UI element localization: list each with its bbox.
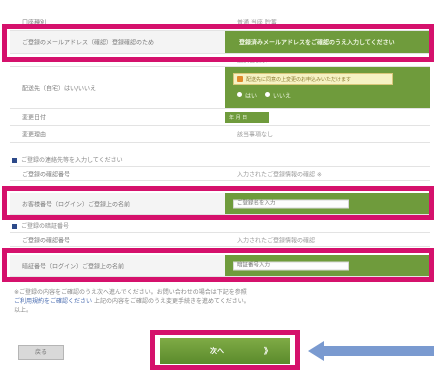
option-note-box[interactable]: 配送先に同意の上変更のお申込みいただけます — [233, 73, 393, 85]
reason-value: 該当事項なし — [237, 131, 274, 139]
row-option: 配送先（自宅）はい/いいえ 配送先に同意の上変更のお申込みいただけます はい い… — [10, 67, 430, 109]
row-password2-label: 暗証番号（ログイン）ご登録上の名前 — [22, 263, 125, 270]
note-1: ※ご登録の内容をご確認のうえ次へ進んでください。お問い合わせの場合は下記を参照 — [14, 289, 247, 296]
row-placeholder: 選択後表示 — [10, 54, 430, 67]
sub1-value: 入力されたご登録情報の確認 ※ — [237, 171, 322, 178]
row-reason: 変更理由 該当事項なし — [10, 126, 430, 143]
radio-b[interactable] — [265, 92, 270, 97]
row-option-label: 配送先（自宅）はい/いいえ — [22, 85, 97, 92]
row-sub2-label: ご登録の確認番号 — [22, 237, 71, 244]
row-password1-label: お客様番号（ログイン）ご登録上の名前 — [22, 201, 131, 208]
chevron-right-icon: 》 — [264, 346, 272, 356]
email-value: 登録済みメールアドレスをご確認のうえ入力してください — [239, 39, 395, 47]
date-value: 年 月 日 — [229, 115, 248, 121]
next-button-label: 次へ — [210, 347, 224, 355]
section-square-icon — [12, 158, 17, 163]
row-date: 変更日付 年 月 日 — [10, 109, 430, 126]
radio-a-label: はい — [245, 93, 258, 100]
row-password1: お客様番号（ログイン）ご登録上の名前 ご登録名を入力 — [10, 193, 430, 215]
option-cell: 配送先に同意の上変更のお申込みいただけます はい いいえ — [225, 67, 430, 108]
note-3: 以上。 — [14, 307, 33, 314]
row-sub2: ご登録の確認番号 入力されたご登録情報の確認 — [10, 232, 430, 247]
option-note: 配送先に同意の上変更のお申込みいただけます — [246, 77, 352, 83]
password1-field[interactable]: ご登録名を入力 — [233, 199, 349, 208]
warning-icon — [237, 76, 243, 82]
date-picker[interactable]: 年 月 日 — [225, 112, 269, 123]
next-button[interactable]: 次へ 》 — [160, 338, 290, 364]
password2-field[interactable]: 暗証番号入力 — [233, 261, 349, 270]
radio-a[interactable] — [237, 92, 242, 97]
row-password2: 暗証番号（ログイン）ご登録上の名前 暗証番号入力 — [10, 255, 430, 277]
row-top-value: 普通 当座 貯蓄 — [237, 19, 277, 27]
row-date-label: 変更日付 — [22, 114, 47, 122]
row-email-label: ご登録のメールアドレス（確認）登録確認のため — [22, 39, 155, 47]
row-top: 口座種別 普通 当座 貯蓄 — [10, 14, 430, 31]
sub2-value: 入力されたご登録情報の確認 — [237, 237, 316, 244]
section-square-icon — [12, 224, 17, 229]
radio-b-label: いいえ — [273, 93, 292, 100]
row-sub1-label: ご登録の確認番号 — [22, 171, 71, 178]
row-reason-label: 変更理由 — [22, 131, 47, 139]
section-contact-heading: ご登録の連絡先等を入力してください — [12, 155, 123, 164]
note-2: ご利用規約をご確認ください 上記の内容をご確認のうえ変更手続きを進めてください。 — [14, 298, 250, 305]
back-button[interactable]: 戻る — [18, 345, 64, 360]
email-cell[interactable]: 登録済みメールアドレスをご確認のうえ入力してください — [225, 31, 430, 53]
terms-link[interactable]: ご利用規約をご確認ください — [14, 298, 92, 305]
section-pin-heading: ご登録の暗証番号 — [12, 221, 69, 230]
left-arrow-icon — [308, 341, 434, 361]
placeholder-value: 選択後表示 — [237, 57, 268, 65]
row-top-label: 口座種別 — [22, 19, 47, 27]
row-email: ご登録のメールアドレス（確認）登録確認のため 登録済みメールアドレスをご確認のう… — [10, 31, 430, 54]
row-sub1: ご登録の確認番号 入力されたご登録情報の確認 ※ — [10, 166, 430, 181]
form-page: { "colors": { "highlight": "#d5116c", "a… — [0, 0, 438, 372]
